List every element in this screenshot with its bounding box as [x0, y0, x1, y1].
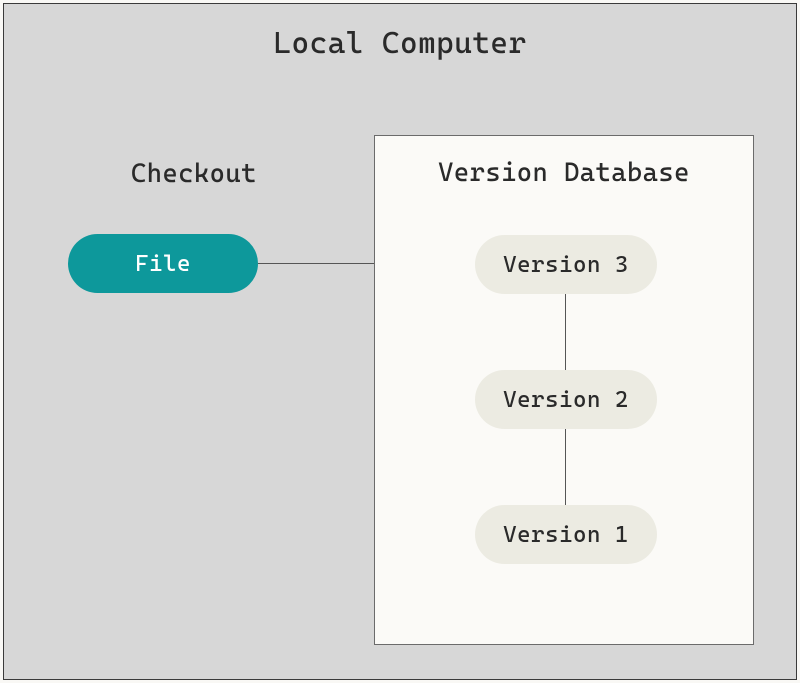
version-1-node: Version 1: [475, 505, 657, 564]
version-database-box: Version Database Version 3 Version 2 Ver…: [374, 135, 754, 645]
version-database-title: Version Database: [375, 158, 753, 188]
connector-v3-to-v2: [565, 294, 566, 370]
checkout-section-label: Checkout: [131, 159, 257, 189]
file-node: File: [68, 234, 258, 293]
version-3-node: Version 3: [475, 235, 657, 294]
local-computer-frame: Local Computer Checkout File Version Dat…: [3, 3, 797, 680]
file-node-label: File: [135, 251, 191, 277]
version-2-label: Version 2: [503, 387, 629, 413]
version-3-label: Version 3: [503, 252, 629, 278]
version-2-node: Version 2: [475, 370, 657, 429]
connector-v2-to-v1: [565, 429, 566, 505]
version-1-label: Version 1: [503, 522, 629, 548]
diagram-title: Local Computer: [4, 26, 796, 61]
